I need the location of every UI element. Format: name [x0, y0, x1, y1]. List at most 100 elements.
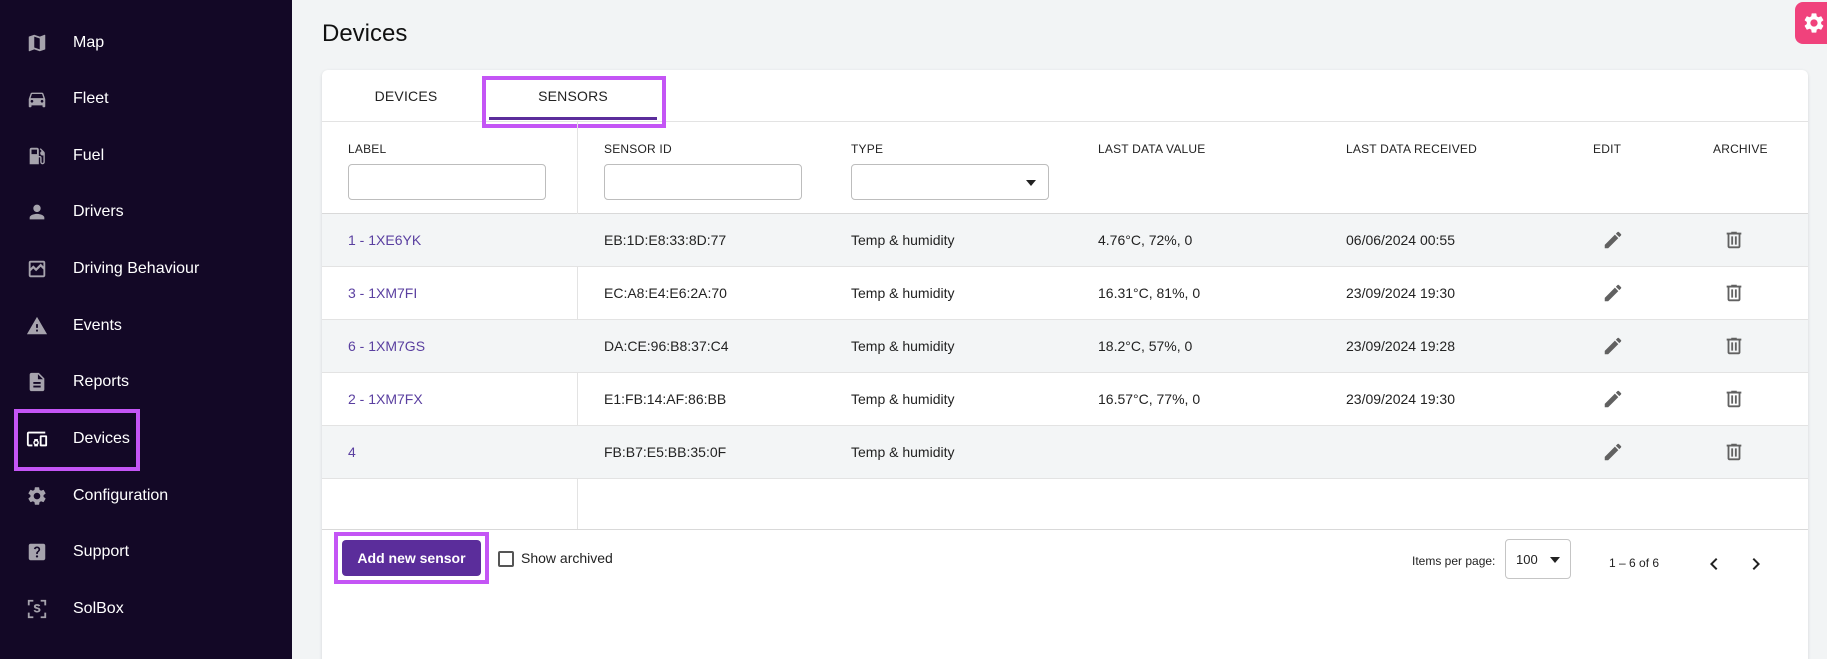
next-page-button[interactable] [1740, 548, 1772, 580]
devices-icon [25, 427, 49, 451]
sidebar-item-label: Drivers [73, 203, 124, 220]
edit-icon[interactable] [1600, 439, 1626, 465]
edit-icon[interactable] [1600, 280, 1626, 306]
type-filter-select[interactable] [851, 164, 1049, 200]
sidebar-item-label: Configuration [73, 487, 169, 504]
show-archived-checkbox[interactable] [498, 551, 514, 567]
sensor-type: Temp & humidity [851, 338, 955, 354]
document-icon [25, 370, 49, 394]
chevron-right-icon [1752, 558, 1760, 570]
table-row: 6 - 1XM7GS DA:CE:96:B8:37:C4 Temp & humi… [322, 320, 1808, 373]
sidebar-item-drivers[interactable]: Drivers [14, 187, 276, 237]
items-per-page-value: 100 [1516, 552, 1538, 567]
chart-icon [25, 257, 49, 281]
settings-button[interactable] [1795, 2, 1827, 44]
help-icon [25, 540, 49, 564]
table-row: 3 - 1XM7FI EC:A8:E4:E6:2A:70 Temp & humi… [322, 267, 1808, 320]
sidebar-item-support[interactable]: Support [14, 527, 276, 577]
trash-icon[interactable] [1721, 439, 1747, 465]
sensor-type: Temp & humidity [851, 444, 955, 460]
chevron-down-icon [1550, 557, 1560, 563]
sensor-id: EB:1D:E8:33:8D:77 [604, 232, 727, 248]
sensor-label-link[interactable]: 1 - 1XE6YK [348, 214, 421, 266]
sensor-id-filter-input[interactable] [604, 164, 802, 200]
footer-divider [322, 529, 1808, 530]
sensor-label-link[interactable]: 6 - 1XM7GS [348, 320, 425, 372]
label-filter-input[interactable] [348, 164, 546, 200]
edit-icon[interactable] [1600, 333, 1626, 359]
column-header-sensor-id: SENSOR ID [604, 142, 672, 156]
trash-icon[interactable] [1721, 280, 1747, 306]
sensor-id: FB:B7:E5:BB:35:0F [604, 444, 727, 460]
sidebar-item-fuel[interactable]: Fuel [14, 131, 276, 181]
sidebar-item-fleet[interactable]: Fleet [14, 74, 276, 124]
sidebar: Map Fleet Fuel Drivers Driving Behaviour… [0, 0, 292, 659]
last-data-value: 16.57°C, 77%, 0 [1098, 391, 1201, 407]
sensor-type: Temp & humidity [851, 285, 955, 301]
sensor-id: DA:CE:96:B8:37:C4 [604, 338, 729, 354]
sensor-type: Temp & humidity [851, 232, 955, 248]
sidebar-item-events[interactable]: Events [14, 301, 276, 351]
sidebar-item-solbox[interactable]: SolBox [14, 584, 276, 634]
trash-icon[interactable] [1721, 227, 1747, 253]
table-row: 2 - 1XM7FX E1:FB:14:AF:86:BB Temp & humi… [322, 373, 1808, 426]
sidebar-item-driving-behaviour[interactable]: Driving Behaviour [14, 244, 276, 294]
sensor-label-link[interactable]: 4 [348, 426, 356, 478]
chevron-down-icon [1026, 180, 1036, 186]
last-data-received: 23/09/2024 19:30 [1346, 391, 1455, 407]
gear-icon [1802, 11, 1826, 35]
page-title: Devices [322, 20, 408, 47]
column-header-edit: EDIT [1593, 142, 1622, 156]
last-data-received: 06/06/2024 00:55 [1346, 232, 1455, 248]
sidebar-item-label: Fleet [73, 90, 109, 107]
sidebar-item-configuration[interactable]: Configuration [14, 471, 276, 521]
last-data-received: 23/09/2024 19:30 [1346, 285, 1455, 301]
last-data-value: 4.76°C, 72%, 0 [1098, 232, 1193, 248]
column-header-last-data-value: LAST DATA VALUE [1098, 142, 1206, 156]
sidebar-item-label: SolBox [73, 600, 124, 617]
solbox-icon [25, 597, 49, 621]
add-new-sensor-button[interactable]: Add new sensor [342, 540, 481, 576]
warning-icon [25, 314, 49, 338]
table-row: 4 FB:B7:E5:BB:35:0F Temp & humidity [322, 426, 1808, 479]
person-icon [25, 200, 49, 224]
show-archived-label: Show archived [521, 550, 613, 566]
sidebar-item-reports[interactable]: Reports [14, 357, 276, 407]
sidebar-item-label: Devices [73, 430, 130, 447]
trash-icon[interactable] [1721, 386, 1747, 412]
last-data-received: 23/09/2024 19:28 [1346, 338, 1455, 354]
trash-icon[interactable] [1721, 333, 1747, 359]
tab-bar: DEVICES SENSORS [322, 70, 1808, 128]
sidebar-item-label: Reports [73, 373, 130, 390]
sensor-id: E1:FB:14:AF:86:BB [604, 391, 727, 407]
column-header-label: LABEL [348, 142, 387, 156]
tab-devices[interactable]: DEVICES [322, 70, 490, 122]
edit-icon[interactable] [1600, 227, 1626, 253]
sensor-label-link[interactable]: 3 - 1XM7FI [348, 267, 417, 319]
tab-sensors[interactable]: SENSORS [489, 70, 657, 122]
sensor-id: EC:A8:E4:E6:2A:70 [604, 285, 727, 301]
items-per-page-label: Items per page: [1412, 554, 1496, 568]
sidebar-item-label: Support [73, 543, 130, 560]
last-data-value: 16.31°C, 81%, 0 [1098, 285, 1201, 301]
last-data-value: 18.2°C, 57%, 0 [1098, 338, 1193, 354]
fuel-icon [25, 144, 49, 168]
edit-icon[interactable] [1600, 386, 1626, 412]
sidebar-item-map[interactable]: Map [14, 18, 276, 68]
chevron-left-icon [1710, 558, 1718, 570]
column-header-archive: ARCHIVE [1713, 142, 1768, 156]
sensor-type: Temp & humidity [851, 391, 955, 407]
column-header-last-data-received: LAST DATA RECEIVED [1346, 142, 1477, 156]
previous-page-button[interactable] [1698, 548, 1730, 580]
sidebar-item-label: Map [73, 34, 105, 51]
sidebar-item-label: Events [73, 317, 122, 334]
map-icon [25, 31, 49, 55]
items-per-page-select[interactable]: 100 [1505, 539, 1571, 579]
sensor-label-link[interactable]: 2 - 1XM7FX [348, 373, 423, 425]
sidebar-item-label: Fuel [73, 147, 105, 164]
active-tab-indicator [489, 117, 657, 120]
sidebar-item-devices[interactable]: Devices [14, 414, 276, 464]
car-icon [25, 87, 49, 111]
column-header-type: TYPE [851, 142, 884, 156]
sensors-card: DEVICES SENSORS LABEL SENSOR ID TYPE LAS… [322, 70, 1808, 659]
